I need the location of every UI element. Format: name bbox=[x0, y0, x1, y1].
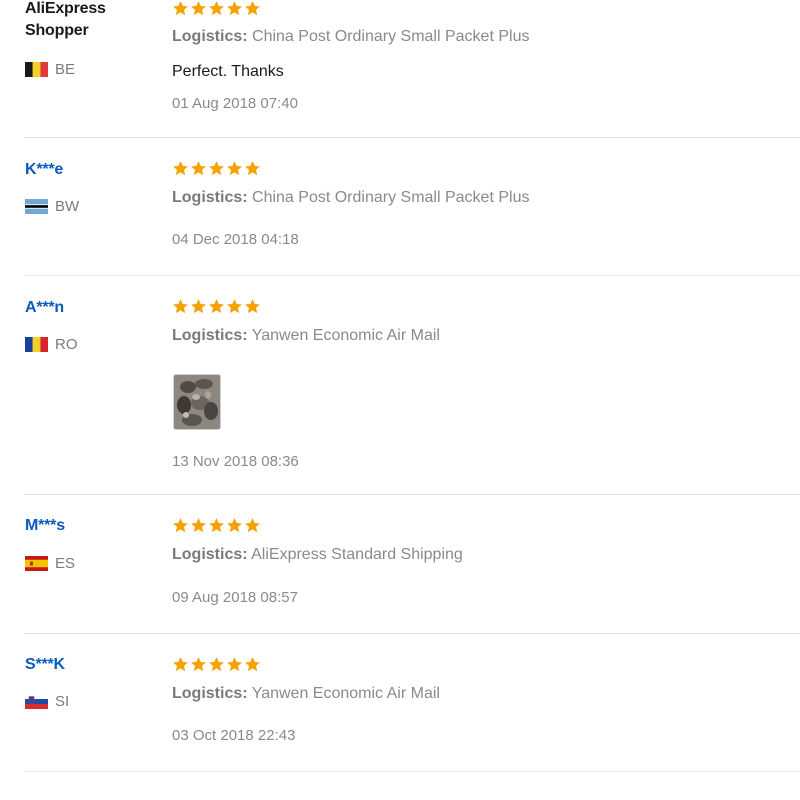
logistics-info: Logistics: Yanwen Economic Air Mail bbox=[172, 327, 440, 345]
review-date: 01 Aug 2018 07:40 bbox=[172, 95, 298, 112]
star-icon bbox=[227, 299, 242, 314]
star-icon bbox=[209, 657, 224, 672]
slovenia-flag-icon bbox=[25, 693, 48, 709]
star-icon bbox=[227, 1, 242, 16]
logistics-label: Logistics: bbox=[172, 327, 248, 344]
star-icon bbox=[191, 299, 206, 314]
country-code: RO bbox=[55, 335, 78, 353]
star-icon bbox=[191, 518, 206, 533]
star-icon bbox=[173, 657, 188, 672]
logistics-label: Logistics: bbox=[172, 685, 248, 702]
review-date: 03 Oct 2018 22:43 bbox=[172, 727, 296, 744]
reviewer-name[interactable]: A***n bbox=[25, 297, 64, 319]
reviewer-name[interactable]: S***K bbox=[25, 654, 65, 676]
review-divider bbox=[24, 275, 800, 276]
review-date: 04 Dec 2018 04:18 bbox=[172, 231, 299, 248]
star-rating bbox=[172, 0, 261, 17]
belgium-flag-icon bbox=[25, 61, 48, 77]
star-icon bbox=[227, 518, 242, 533]
star-rating bbox=[172, 160, 261, 177]
review-divider bbox=[24, 494, 800, 495]
country-code: ES bbox=[55, 554, 76, 572]
review-date: 13 Nov 2018 08:36 bbox=[172, 453, 299, 470]
country-code: BW bbox=[55, 197, 80, 215]
star-icon bbox=[209, 161, 224, 176]
star-icon bbox=[245, 299, 260, 314]
star-icon bbox=[245, 518, 260, 533]
country-code: SI bbox=[55, 692, 70, 710]
reviewer-country: BW bbox=[25, 196, 79, 216]
star-icon bbox=[191, 1, 206, 16]
logistics-info: Logistics: Yanwen Economic Air Mail bbox=[172, 685, 440, 703]
star-rating bbox=[172, 517, 261, 534]
star-icon bbox=[173, 1, 188, 16]
star-icon bbox=[245, 1, 260, 16]
star-icon bbox=[209, 1, 224, 16]
spain-flag-icon bbox=[25, 555, 48, 571]
star-icon bbox=[173, 161, 188, 176]
logistics-value: Yanwen Economic Air Mail bbox=[251, 327, 440, 344]
reviewer-country: SI bbox=[25, 691, 69, 711]
reviewer-name: AliExpress Shopper bbox=[25, 0, 106, 39]
logistics-value: China Post Ordinary Small Packet Plus bbox=[252, 189, 530, 206]
star-icon bbox=[209, 299, 224, 314]
logistics-info: Logistics: China Post Ordinary Small Pac… bbox=[172, 189, 529, 207]
botswana-flag-icon bbox=[25, 198, 48, 214]
country-code: BE bbox=[55, 60, 76, 78]
review-divider bbox=[24, 771, 800, 772]
star-icon bbox=[245, 161, 260, 176]
logistics-value: Yanwen Economic Air Mail bbox=[251, 685, 440, 702]
reviewer-country: RO bbox=[25, 334, 78, 354]
logistics-label: Logistics: bbox=[172, 546, 248, 563]
star-icon bbox=[227, 657, 242, 672]
star-icon bbox=[173, 299, 188, 314]
logistics-info: Logistics: AliExpress Standard Shipping bbox=[172, 546, 463, 564]
star-icon bbox=[245, 657, 260, 672]
star-icon bbox=[191, 161, 206, 176]
star-icon bbox=[209, 518, 224, 533]
romania-flag-icon bbox=[25, 336, 48, 352]
star-rating bbox=[172, 656, 261, 673]
feedback-list: AliExpress Shopper BE Logistics: China P… bbox=[0, 0, 800, 800]
star-rating bbox=[172, 298, 261, 315]
review-comment: Perfect. Thanks bbox=[172, 63, 284, 80]
review-divider bbox=[24, 633, 800, 634]
logistics-value: China Post Ordinary Small Packet Plus bbox=[252, 28, 530, 45]
star-icon bbox=[227, 161, 242, 176]
reviewer-country: BE bbox=[25, 59, 75, 79]
star-icon bbox=[191, 657, 206, 672]
star-icon bbox=[173, 518, 188, 533]
review-date: 09 Aug 2018 08:57 bbox=[172, 589, 298, 606]
reviewer-name[interactable]: M***s bbox=[25, 515, 65, 537]
logistics-label: Logistics: bbox=[172, 28, 248, 45]
reviewer-country: ES bbox=[25, 553, 75, 573]
reviewer-name[interactable]: K***e bbox=[25, 159, 63, 181]
logistics-info: Logistics: China Post Ordinary Small Pac… bbox=[172, 28, 529, 46]
logistics-label: Logistics: bbox=[172, 189, 248, 206]
review-photo-thumbnail[interactable] bbox=[173, 374, 221, 430]
logistics-value: AliExpress Standard Shipping bbox=[251, 546, 463, 563]
review-divider bbox=[24, 137, 800, 138]
